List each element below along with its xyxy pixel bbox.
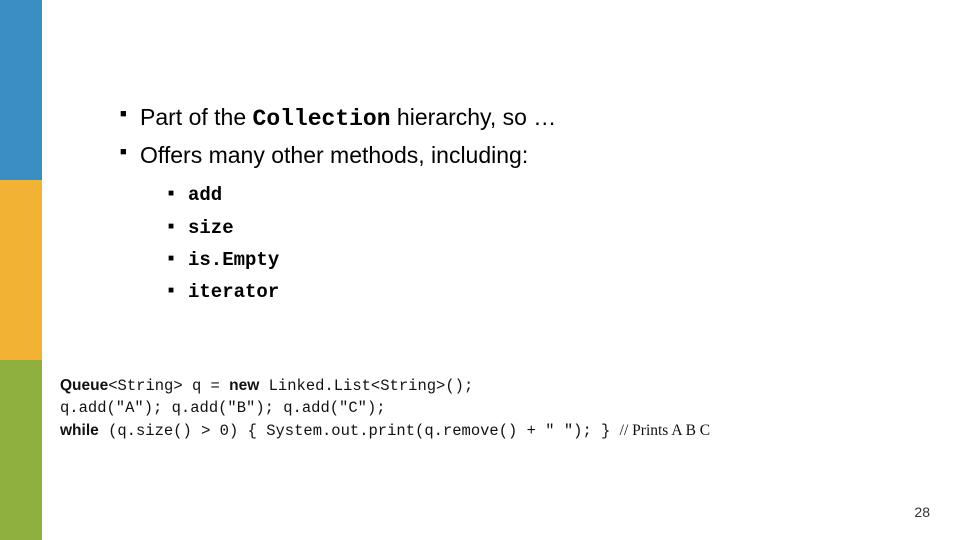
bullet-1-code: Collection	[253, 106, 391, 132]
bullet-2: Offers many other methods, including: ad…	[120, 138, 900, 309]
side-stripe-gold	[0, 180, 42, 360]
code-kw-queue: Queue	[60, 377, 108, 394]
code-kw-while: while	[60, 422, 99, 439]
bullet-1-pre: Part of the	[140, 104, 253, 130]
slide-content: Part of the Collection hierarchy, so … O…	[120, 100, 900, 308]
sub-isempty: is.Empty	[188, 249, 279, 271]
bullet-1: Part of the Collection hierarchy, so …	[120, 100, 900, 138]
code-kw-new: new	[229, 377, 259, 394]
sub-size: size	[188, 217, 234, 239]
sub-bullet-list: add size is.Empty iterator	[168, 179, 900, 308]
code-l3b: (q.size() > 0) { System.out.print(q.remo…	[99, 422, 620, 440]
sub-iterator: iterator	[188, 281, 279, 303]
sub-bullet-add: add	[168, 179, 900, 211]
code-l1d: Linked.List<String>();	[259, 377, 473, 395]
code-comment-text: Prints A B C	[632, 422, 710, 439]
code-l2: q.add("A"); q.add("B"); q.add("C");	[60, 399, 386, 417]
sub-bullet-isempty: is.Empty	[168, 244, 900, 276]
sub-add: add	[188, 184, 222, 206]
bullet-2-text: Offers many other methods, including:	[140, 142, 528, 168]
side-stripe-blue	[0, 0, 42, 180]
sub-bullet-size: size	[168, 212, 900, 244]
code-example: Queue<String> q = new Linked.List<String…	[60, 375, 920, 442]
code-comment-slash: //	[620, 422, 633, 439]
bullet-list: Part of the Collection hierarchy, so … O…	[120, 100, 900, 308]
code-l1b: <String> q =	[108, 377, 229, 395]
bullet-1-post: hierarchy, so …	[391, 104, 557, 130]
page-number: 28	[914, 504, 930, 520]
slide: Part of the Collection hierarchy, so … O…	[0, 0, 960, 540]
sub-bullet-iterator: iterator	[168, 276, 900, 308]
side-stripe-green	[0, 360, 42, 540]
